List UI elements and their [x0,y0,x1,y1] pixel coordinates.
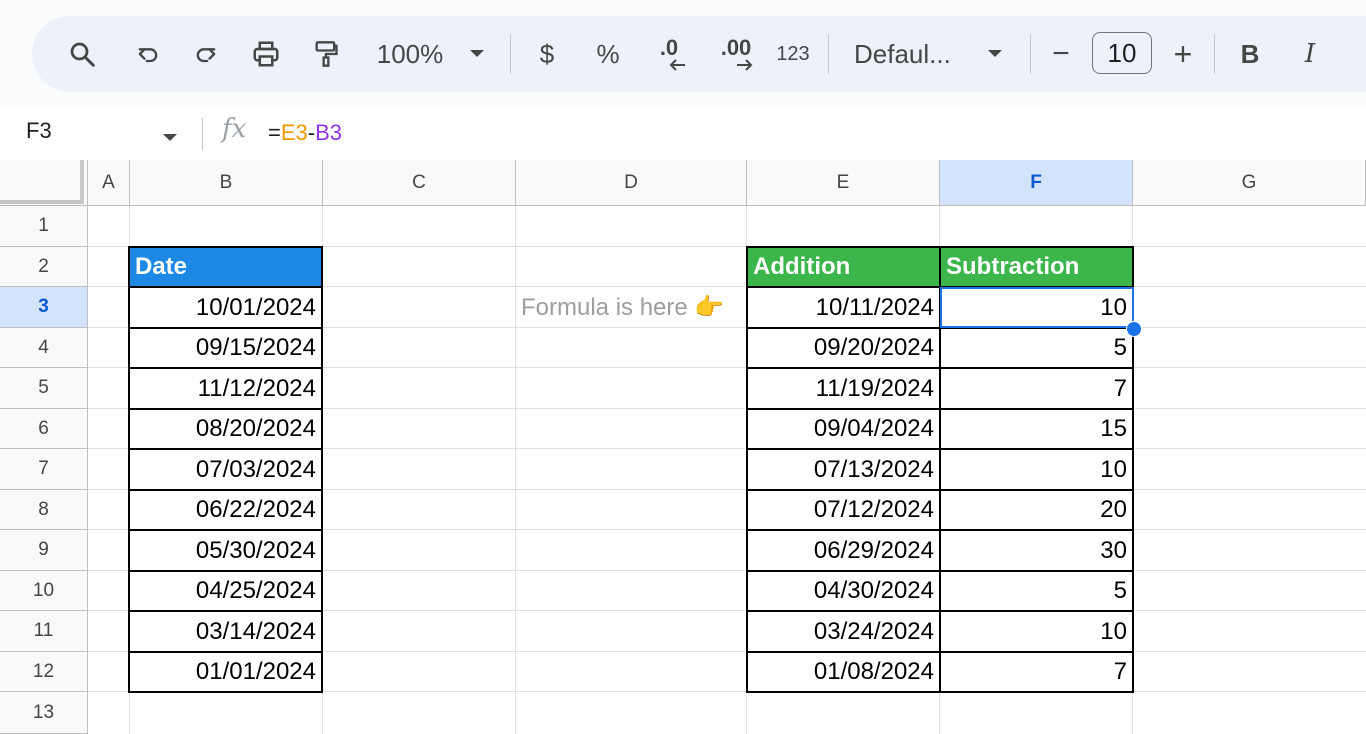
arrow-left-icon [669,59,685,71]
formula-bar-divider [202,118,203,150]
row-header-10[interactable]: 10 [0,571,88,611]
cell-f6[interactable]: 15 [939,408,1134,450]
currency-format-button[interactable]: $ [532,16,562,92]
cell-b3[interactable]: 10/01/2024 [128,286,323,329]
row-header-6[interactable]: 6 [0,409,88,449]
row-header-11[interactable]: 11 [0,611,88,652]
font-select[interactable]: Defaul... [854,16,964,92]
toolbar-divider [510,34,511,74]
bold-button[interactable]: B [1232,16,1268,92]
freeze-col-handle[interactable] [80,160,84,204]
paint-format-icon[interactable] [304,16,348,92]
column-header-b[interactable]: B [130,160,323,206]
column-header-e[interactable]: E [747,160,940,206]
row-header-13[interactable]: 13 [0,692,88,734]
cell-e5[interactable]: 11/19/2024 [746,367,941,410]
toolbar-divider [1214,34,1215,74]
redo-icon[interactable] [184,16,228,92]
column-header-f[interactable]: F [940,160,1133,206]
cell-e9[interactable]: 06/29/2024 [746,529,941,572]
print-icon[interactable] [244,16,288,92]
cell-b9[interactable]: 05/30/2024 [128,529,323,572]
formula-bar: F3 fx =E3-B3 [0,108,1366,160]
cell-f2-subtraction-header[interactable]: Subtraction [939,246,1134,288]
arrow-right-icon [737,59,753,71]
cell-b5[interactable]: 11/12/2024 [128,367,323,410]
decrease-decimal-button[interactable]: .0 [644,16,694,92]
cell-e8[interactable]: 07/12/2024 [746,489,941,531]
chevron-down-icon[interactable] [162,130,178,148]
select-all-corner[interactable] [0,160,88,206]
percent-format-button[interactable]: % [590,16,626,92]
cell-e10[interactable]: 04/30/2024 [746,570,941,612]
row-header-4[interactable]: 4 [0,328,88,368]
column-header-c[interactable]: C [323,160,516,206]
row-header-12[interactable]: 12 [0,652,88,692]
cell-b6[interactable]: 08/20/2024 [128,408,323,450]
search-icon[interactable] [60,16,104,92]
chevron-down-icon[interactable] [980,16,1010,92]
column-header-d[interactable]: D [516,160,747,206]
toolbar-area: 100% $ % .0 .00 123 Defaul... − 10 + B I [0,0,1366,108]
decrease-font-size-button[interactable]: − [1044,16,1078,92]
formula-ref-e3: E3 [280,120,308,145]
cell-f10[interactable]: 5 [939,570,1134,612]
cell-b4[interactable]: 09/15/2024 [128,327,323,369]
formula-ref-b3: B3 [315,120,343,145]
row-header-7[interactable]: 7 [0,449,88,490]
cell-e6[interactable]: 09/04/2024 [746,408,941,450]
cell-f3[interactable]: 10 [939,286,1134,329]
cell-e12[interactable]: 01/08/2024 [746,651,941,693]
cell-e4[interactable]: 09/20/2024 [746,327,941,369]
font-size-input[interactable]: 10 [1092,32,1152,74]
cell-f4[interactable]: 5 [939,327,1134,369]
row-header-9[interactable]: 9 [0,530,88,571]
spreadsheet-grid[interactable]: A B C D E F G 1 2 3 4 5 6 7 8 9 10 11 12… [0,160,1366,734]
formula-operator: - [307,120,316,145]
row-header-2[interactable]: 2 [0,247,88,287]
name-box[interactable]: F3 [26,118,52,144]
fx-icon: fx [222,114,247,144]
cell-b11[interactable]: 03/14/2024 [128,610,323,653]
zoom-select[interactable]: 100% [370,16,450,92]
freeze-row-handle[interactable] [0,200,84,204]
cell-b8[interactable]: 06/22/2024 [128,489,323,531]
cell-e7[interactable]: 07/13/2024 [746,448,941,491]
cell-f12[interactable]: 7 [939,651,1134,693]
cell-f11[interactable]: 10 [939,610,1134,653]
toolbar-divider [828,34,829,74]
undo-icon[interactable] [126,16,170,92]
more-formats-button[interactable]: 123 [768,16,818,92]
formula-equals: = [268,120,281,145]
chevron-down-icon[interactable] [462,16,492,92]
cell-d3-note[interactable]: Formula is here 👉 [516,287,747,327]
cell-f8[interactable]: 20 [939,489,1134,531]
increase-font-size-button[interactable]: + [1166,16,1200,92]
fill-handle[interactable] [1126,321,1142,337]
row-header-5[interactable]: 5 [0,368,88,409]
column-header-g[interactable]: G [1133,160,1366,206]
row-header-1[interactable]: 1 [0,206,88,247]
increase-decimal-button[interactable]: .00 [708,16,764,92]
row-header-3[interactable]: 3 [0,287,88,328]
formula-input[interactable]: =E3-B3 [268,120,342,146]
cell-f9[interactable]: 30 [939,529,1134,572]
cell-b12[interactable]: 01/01/2024 [128,651,323,693]
cell-f7[interactable]: 10 [939,448,1134,491]
cell-b2-date-header[interactable]: Date [128,246,323,288]
cell-b7[interactable]: 07/03/2024 [128,448,323,491]
row-header-8[interactable]: 8 [0,490,88,530]
column-header-a[interactable]: A [88,160,130,206]
toolbar: 100% $ % .0 .00 123 Defaul... − 10 + B I [32,16,1366,92]
toolbar-divider [1030,34,1031,74]
cell-e3[interactable]: 10/11/2024 [746,286,941,329]
cell-b10[interactable]: 04/25/2024 [128,570,323,612]
cell-e11[interactable]: 03/24/2024 [746,610,941,653]
cell-e2-addition-header[interactable]: Addition [746,246,941,288]
italic-button[interactable]: I [1292,16,1328,92]
cell-f5[interactable]: 7 [939,367,1134,410]
